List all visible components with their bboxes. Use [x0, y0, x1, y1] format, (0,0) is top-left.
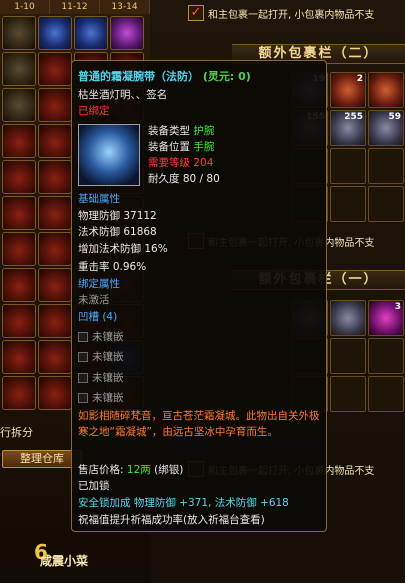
socket-label: 未镶嵌	[92, 392, 124, 404]
warehouse-slot[interactable]	[2, 376, 36, 410]
auto-open-checkbox[interactable]: ✓	[188, 5, 204, 21]
warehouse-slot[interactable]	[38, 124, 72, 158]
auto-open-row-top: ✓ 和主包裹一起打开, 小包裹内物品不支	[188, 4, 405, 22]
bag-slot[interactable]	[368, 72, 404, 108]
bag-slot[interactable]: 255	[330, 110, 366, 146]
required-level-label: 需要等级	[148, 157, 190, 169]
warehouse-slot[interactable]	[2, 304, 36, 338]
warehouse-slot[interactable]	[38, 268, 72, 302]
warehouse-slot[interactable]	[2, 52, 36, 86]
socket-row: 未镶嵌	[78, 370, 124, 385]
socket-label: 未镶嵌	[92, 351, 124, 363]
equip-slot-value: 手腕	[193, 141, 215, 153]
bag-slot[interactable]	[330, 376, 366, 412]
crit-rate: 重击率 0.96%	[78, 261, 147, 273]
socket-row: 未镶嵌	[78, 329, 124, 344]
socket-row: 未镶嵌	[78, 390, 124, 405]
warehouse-slot[interactable]	[2, 16, 36, 50]
empty-socket-icon	[78, 351, 88, 362]
warehouse-slot[interactable]	[2, 232, 36, 266]
item-tooltip: 普通的霜凝腕带（法防） (灵元: 0) 枯坐酒灯明、、签名 已绑定 装备类型 护…	[71, 60, 327, 532]
wristband-icon	[78, 124, 140, 186]
warehouse-slot[interactable]	[2, 268, 36, 302]
item-realm: (灵元: 0)	[202, 70, 251, 83]
magic-def: 法术防御 61868	[78, 226, 157, 238]
socket-label: 未镶嵌	[92, 331, 124, 343]
item-owner: 枯坐酒灯明、、签名	[78, 89, 168, 101]
item-name: 普通的霜凝腕带（法防）	[78, 70, 199, 83]
stack-count: 255	[344, 112, 363, 122]
stack-count: 59	[388, 112, 401, 122]
bag-slot[interactable]	[330, 148, 366, 184]
bag-slot[interactable]: 2	[330, 72, 366, 108]
equip-type-label: 装备类型	[148, 125, 190, 137]
warehouse-slot[interactable]	[38, 232, 72, 266]
bound-attr-header: 绑定属性	[78, 278, 120, 290]
item-description: 如影相随碎梵音，亘古苍茫霜凝城。此物出自关外极寒之地“霜凝城”，由远古坚冰中孕育…	[78, 410, 320, 438]
character-name: 咸震小菜	[40, 554, 89, 568]
bag-slot[interactable]	[368, 338, 404, 374]
tab-13-14[interactable]: 13-14	[100, 0, 150, 14]
sell-price-row: 售店价格: 12两 (绑银)	[78, 462, 183, 477]
warehouse-slot[interactable]	[38, 376, 72, 410]
warehouse-slot[interactable]	[38, 88, 72, 122]
bag-slot[interactable]: 3	[368, 300, 404, 336]
durability-label: 耐久度	[148, 173, 180, 185]
warehouse-slot[interactable]	[2, 124, 36, 158]
bag-slot[interactable]	[330, 338, 366, 374]
lock-status: 已加锁	[78, 480, 110, 492]
warehouse-slot[interactable]	[2, 160, 36, 194]
warehouse-slot[interactable]	[38, 160, 72, 194]
warehouse-slot[interactable]	[38, 16, 72, 50]
bag-slot[interactable]	[330, 186, 366, 222]
bound-status: 已绑定	[78, 105, 110, 117]
price-value: 12两	[126, 464, 151, 476]
equip-slot-label: 装备位置	[148, 141, 190, 153]
blessing-line: 祝福值提升祈福成功率(放入祈福台查看)	[78, 514, 265, 526]
bag-slot[interactable]	[368, 376, 404, 412]
equip-slot-row: 装备位置 手腕	[148, 139, 214, 154]
stack-count: 2	[356, 74, 363, 84]
bag-slot[interactable]	[368, 186, 404, 222]
warehouse-slot[interactable]	[38, 340, 72, 374]
empty-socket-icon	[78, 392, 88, 403]
warehouse-slot[interactable]	[110, 16, 144, 50]
warehouse-slot[interactable]	[38, 52, 72, 86]
item-title: 普通的霜凝腕带（法防） (灵元: 0)	[78, 68, 251, 84]
bag-slot[interactable]	[330, 300, 366, 336]
price-label: 售店价格:	[78, 464, 127, 476]
not-activated: 未激活	[78, 294, 110, 306]
durability-value: 80 / 80	[182, 173, 220, 185]
warehouse-slot[interactable]	[74, 16, 108, 50]
required-level-row: 需要等级 204	[148, 155, 213, 170]
socket-row: 未镶嵌	[78, 349, 124, 364]
warehouse-tabs: 1-10 11-12 13-14	[0, 0, 150, 14]
durability-row: 耐久度 80 / 80	[148, 171, 220, 186]
bag-slot[interactable]: 59	[368, 110, 404, 146]
slots-header: 凹槽 (4)	[78, 311, 118, 323]
empty-socket-icon	[78, 331, 88, 342]
warehouse-slot[interactable]	[38, 304, 72, 338]
tab-1-10[interactable]: 1-10	[0, 0, 50, 14]
equip-type-value: 护腕	[193, 125, 215, 137]
required-level-value: 204	[193, 157, 214, 169]
warehouse-slot[interactable]	[2, 340, 36, 374]
auto-open-label: 和主包裹一起打开, 小包裹内物品不支	[208, 9, 375, 21]
stack-count: 3	[394, 302, 401, 312]
bag-slot[interactable]	[368, 148, 404, 184]
warehouse-slot[interactable]	[38, 196, 72, 230]
socket-label: 未镶嵌	[92, 372, 124, 384]
safety-lock-bonus: 安全锁加成 物理防御 +371, 法术防御 +618	[78, 497, 289, 509]
magic-def-bonus: 增加法术防御 16%	[78, 243, 168, 255]
warehouse-slot[interactable]	[2, 88, 36, 122]
price-note: (绑银)	[154, 464, 184, 476]
phys-def: 物理防御 37112	[78, 210, 157, 222]
base-attr-header: 基础属性	[78, 193, 120, 205]
empty-socket-icon	[78, 372, 88, 383]
tab-11-12[interactable]: 11-12	[50, 0, 100, 14]
equip-type-row: 装备类型 护腕	[148, 123, 214, 138]
organize-warehouse-button[interactable]: 整理仓库	[2, 450, 82, 468]
split-stack-label: 行拆分	[0, 426, 33, 439]
warehouse-slot[interactable]	[2, 196, 36, 230]
